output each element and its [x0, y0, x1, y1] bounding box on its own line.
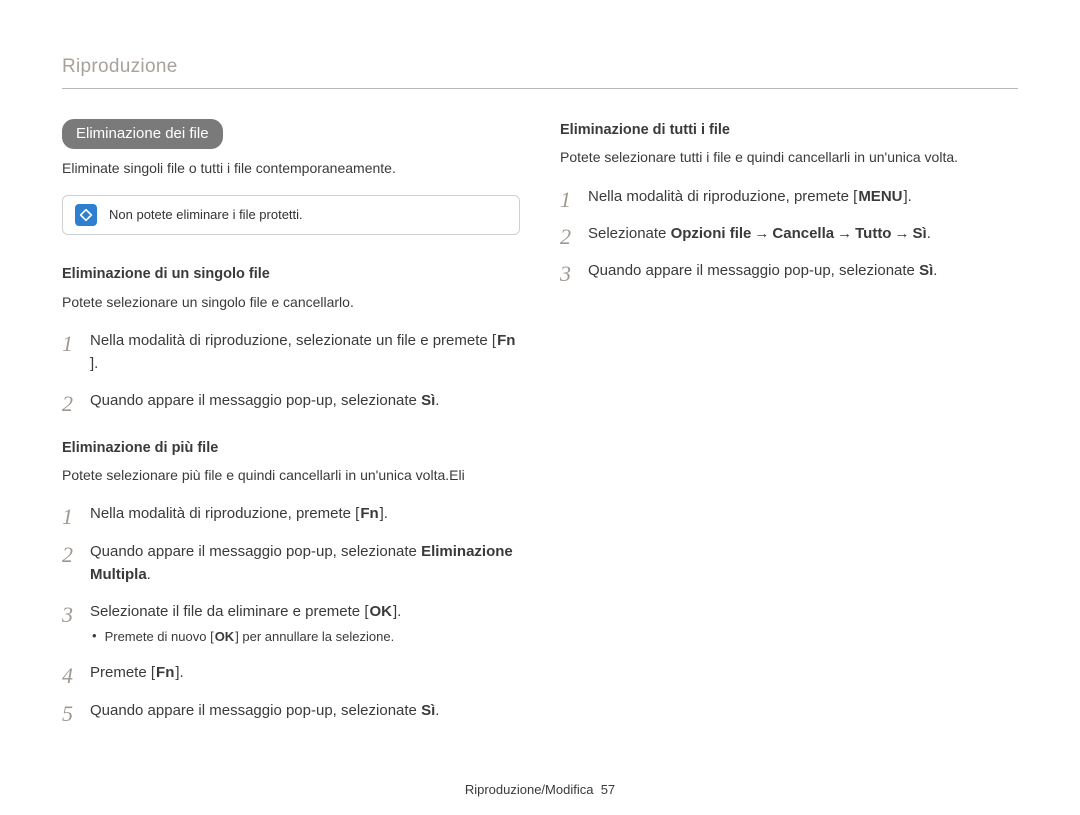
- content-columns: Eliminazione dei file Eliminate singoli …: [62, 119, 1018, 746]
- desc-single: Potete selezionare un singolo file e can…: [62, 291, 520, 313]
- step-bold: Tutto: [855, 225, 891, 242]
- step-text: .: [435, 702, 439, 719]
- right-column: Eliminazione di tutti i file Potete sele…: [560, 119, 1018, 746]
- step-text: Quando appare il messaggio pop-up, selez…: [90, 543, 421, 560]
- step: 3 Quando appare il messaggio pop-up, sel…: [560, 259, 1018, 282]
- step-bold: Opzioni file: [671, 225, 752, 242]
- step-text: ].: [175, 664, 183, 681]
- step-bold: Sì: [421, 702, 435, 719]
- key-ok: OK: [214, 627, 236, 647]
- step: 2 Quando appare il messaggio pop-up, sel…: [62, 540, 520, 587]
- step-text: .: [435, 392, 439, 409]
- step-text: ].: [393, 603, 401, 620]
- manual-page: Riproduzione Eliminazione dei file Elimi…: [0, 0, 1080, 815]
- step-number: 1: [62, 327, 73, 361]
- step-text: Nella modalità di riproduzione, premete …: [588, 188, 857, 205]
- step-number: 4: [62, 659, 73, 693]
- step: 2 Quando appare il messaggio pop-up, sel…: [62, 389, 520, 412]
- step-number: 3: [560, 257, 571, 291]
- step-number: 2: [62, 538, 73, 572]
- page-footer: Riproduzione/Modifica 57: [0, 782, 1080, 797]
- step: 5 Quando appare il messaggio pop-up, sel…: [62, 699, 520, 722]
- sub-bullet: Premete di nuovo [OK] per annullare la s…: [90, 627, 520, 647]
- key-fn: Fn: [155, 661, 175, 684]
- step: 4 Premete [Fn].: [62, 661, 520, 684]
- step-number: 5: [62, 697, 73, 731]
- footer-label: Riproduzione/Modifica: [465, 782, 594, 797]
- desc-all: Potete selezionare tutti i file e quindi…: [560, 146, 1018, 168]
- info-icon: [75, 204, 97, 226]
- step: 2 Selezionate Opzioni file→Cancella→Tutt…: [560, 222, 1018, 245]
- topic-pill: Eliminazione dei file: [62, 119, 223, 149]
- step-bold: Cancella: [772, 225, 834, 242]
- step-number: 1: [62, 500, 73, 534]
- steps-multi: 1 Nella modalità di riproduzione, premet…: [62, 502, 520, 722]
- step-number: 2: [62, 387, 73, 421]
- step-text: ].: [903, 188, 911, 205]
- step-bold: Sì: [919, 262, 933, 279]
- step-text: Quando appare il messaggio pop-up, selez…: [90, 392, 421, 409]
- key-ok: OK: [368, 600, 393, 623]
- key-fn: Fn: [359, 502, 379, 525]
- step-text: Selezionate il file da eliminare e preme…: [90, 603, 368, 620]
- arrow-icon: →: [834, 225, 855, 242]
- step-text: ].: [90, 355, 98, 372]
- page-number: 57: [601, 782, 615, 797]
- sub-text: ] per annullare la selezione.: [235, 629, 394, 644]
- subhead-all: Eliminazione di tutti i file: [560, 119, 1018, 142]
- info-callout: Non potete eliminare i file protetti.: [62, 195, 520, 235]
- step-text: ].: [380, 505, 388, 522]
- info-text: Non potete eliminare i file protetti.: [109, 205, 303, 226]
- step-text: .: [927, 225, 931, 242]
- arrow-icon: →: [751, 225, 772, 242]
- step-text: Premete [: [90, 664, 155, 681]
- step-text: .: [147, 566, 151, 583]
- sub-text: Premete di nuovo [: [105, 629, 214, 644]
- subhead-single: Eliminazione di un singolo file: [62, 263, 520, 286]
- steps-all: 1 Nella modalità di riproduzione, premet…: [560, 185, 1018, 283]
- step-bold: Sì: [912, 225, 926, 242]
- step: 1 Nella modalità di riproduzione, premet…: [62, 502, 520, 525]
- divider: [62, 88, 1018, 89]
- step-text: Quando appare il messaggio pop-up, selez…: [588, 262, 919, 279]
- step-number: 1: [560, 183, 571, 217]
- left-column: Eliminazione dei file Eliminate singoli …: [62, 119, 520, 746]
- step-bold: Sì: [421, 392, 435, 409]
- step-text: .: [933, 262, 937, 279]
- step: 3 Selezionate il file da eliminare e pre…: [62, 600, 520, 647]
- step: 1 Nella modalità di riproduzione, premet…: [560, 185, 1018, 208]
- step-text: Nella modalità di riproduzione, premete …: [90, 505, 359, 522]
- key-menu: MENU: [857, 185, 903, 208]
- key-fn: Fn: [496, 329, 516, 352]
- step-text: Nella modalità di riproduzione, selezion…: [90, 332, 496, 349]
- arrow-icon: →: [891, 225, 912, 242]
- step: 1 Nella modalità di riproduzione, selezi…: [62, 329, 520, 376]
- intro-text: Eliminate singoli file o tutti i file co…: [62, 157, 520, 179]
- step-text: Selezionate: [588, 225, 671, 242]
- section-title: Riproduzione: [62, 56, 1018, 78]
- step-number: 2: [560, 220, 571, 254]
- desc-multi: Potete selezionare più file e quindi can…: [62, 464, 520, 486]
- step-text: Quando appare il messaggio pop-up, selez…: [90, 702, 421, 719]
- subhead-multi: Eliminazione di più file: [62, 437, 520, 460]
- steps-single: 1 Nella modalità di riproduzione, selezi…: [62, 329, 520, 413]
- step-number: 3: [62, 598, 73, 632]
